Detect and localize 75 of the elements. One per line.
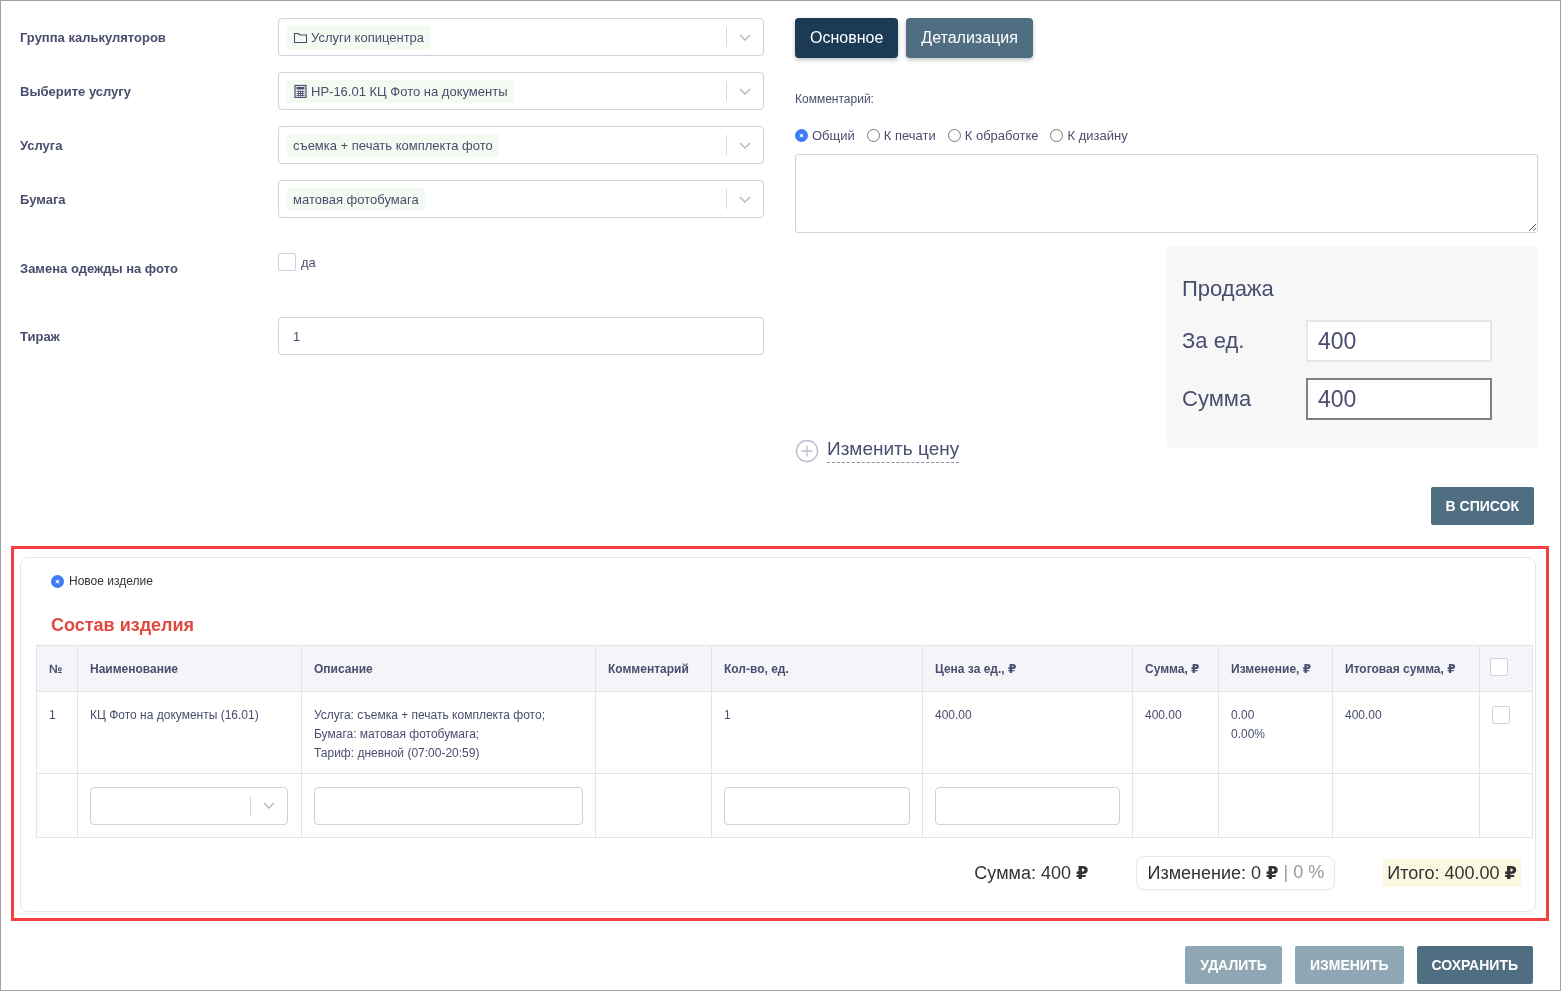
calculator-icon xyxy=(293,84,307,98)
column-header: Комментарий xyxy=(608,661,689,676)
selected-value: НР-16.01 КЦ Фото на документы xyxy=(287,79,514,103)
tab[interactable]: Детализация xyxy=(906,18,1033,58)
table-cell-text: 0.00 0.00% xyxy=(1231,707,1267,743)
chevron-down-icon xyxy=(739,33,751,41)
field-label: Тираж xyxy=(20,328,61,344)
select-field[interactable]: матовая фотобумага xyxy=(278,180,764,218)
select-field[interactable] xyxy=(90,786,288,825)
change-amount: Изменение: 0 ₽ xyxy=(1147,862,1279,884)
selected-value: матовая фотобумага xyxy=(287,187,425,211)
field-label: Услуга xyxy=(20,137,64,153)
checkbox-label: да xyxy=(301,254,316,270)
input-field[interactable]: 1 xyxy=(278,317,764,355)
input-field[interactable] xyxy=(724,786,910,825)
chevron-down-icon xyxy=(739,87,751,95)
column-header: Цена за ед., ₽ xyxy=(935,661,1017,676)
sum-total: Сумма: 400 ₽ xyxy=(974,862,1089,884)
select-field[interactable]: НР-16.01 КЦ Фото на документы xyxy=(278,72,764,110)
chevron-down-icon xyxy=(739,195,751,203)
field-label: Группа калькуляторов xyxy=(20,29,167,45)
folder-icon xyxy=(293,30,307,44)
chevron-down-icon xyxy=(263,802,275,809)
comment-label: Комментарий: xyxy=(795,92,875,106)
field-label: Замена одежды на фото xyxy=(20,260,179,276)
radio-button[interactable] xyxy=(795,129,808,142)
chevron-down-icon xyxy=(739,141,751,149)
sale-title: Продажа xyxy=(1182,276,1275,302)
table-cell-text: 400.00 xyxy=(1345,707,1383,724)
comment-textarea[interactable] xyxy=(795,154,1538,233)
column-header: Итоговая сумма, ₽ xyxy=(1345,661,1456,676)
checkbox[interactable] xyxy=(278,253,296,271)
radio-label: Общий xyxy=(812,128,855,143)
radio-button[interactable] xyxy=(1050,129,1064,142)
input-field[interactable] xyxy=(314,786,583,825)
radio-label: К дизайну xyxy=(1067,128,1128,143)
column-header: Кол-во, ед. xyxy=(724,661,789,676)
table-cell-text: КЦ Фото на документы (16.01) xyxy=(90,707,260,724)
column-header: № xyxy=(49,661,63,676)
selected-value: съемка + печать комплекта фото xyxy=(287,133,499,157)
column-header: Изменение, ₽ xyxy=(1231,661,1312,676)
price-input[interactable]: 400 xyxy=(1306,378,1492,420)
column-header: Наименование xyxy=(90,661,179,676)
input-field[interactable] xyxy=(935,786,1120,825)
tab[interactable]: Основное xyxy=(795,18,899,58)
column-header: Сумма, ₽ xyxy=(1145,661,1200,676)
section-title: Состав изделия xyxy=(50,615,196,636)
select-field[interactable]: съемка + печать комплекта фото xyxy=(278,126,764,164)
table-cell-text: 1 xyxy=(724,707,732,724)
table-cell-text: Услуга: съемка + печать комплекта фото; Бумага: матовая фотобумага; Тариф: дневной (07:00-20:59) xyxy=(314,707,546,762)
radio-label: К обработке xyxy=(964,128,1039,143)
column-header: Описание xyxy=(314,661,373,676)
field-label: Бумага xyxy=(20,191,67,207)
field-label: Выберите услугу xyxy=(20,83,132,99)
change-percent: | 0 % xyxy=(1283,862,1325,884)
sale-label: Сумма xyxy=(1182,386,1253,412)
price-input[interactable]: 400 xyxy=(1306,320,1492,362)
change-price-link[interactable]: Изменить цену xyxy=(827,438,960,463)
table-cell-text: 400.00 xyxy=(1145,707,1183,724)
table-cell-text: 400.00 xyxy=(935,707,973,724)
select-field[interactable]: Услуги копицентра xyxy=(278,18,764,56)
checkbox[interactable] xyxy=(1492,706,1510,724)
sale-label: За ед. xyxy=(1182,328,1246,354)
checkbox[interactable] xyxy=(1490,658,1508,676)
action-button[interactable]: СОХРАНИТЬ xyxy=(1416,946,1533,984)
radio-button[interactable] xyxy=(866,129,880,142)
radio-label: К печати xyxy=(883,128,936,143)
radio-label: Новое изделие xyxy=(69,574,153,588)
grand-total: Итого: 400.00 ₽ xyxy=(1383,859,1521,887)
selected-value: Услуги копицентра xyxy=(287,25,431,49)
radio-button[interactable] xyxy=(947,129,961,142)
plus-circle-icon xyxy=(795,438,819,463)
table-cell-text: 1 xyxy=(49,707,57,724)
to-list-button[interactable]: В СПИСОК xyxy=(1430,487,1534,525)
radio-button[interactable] xyxy=(51,574,64,588)
